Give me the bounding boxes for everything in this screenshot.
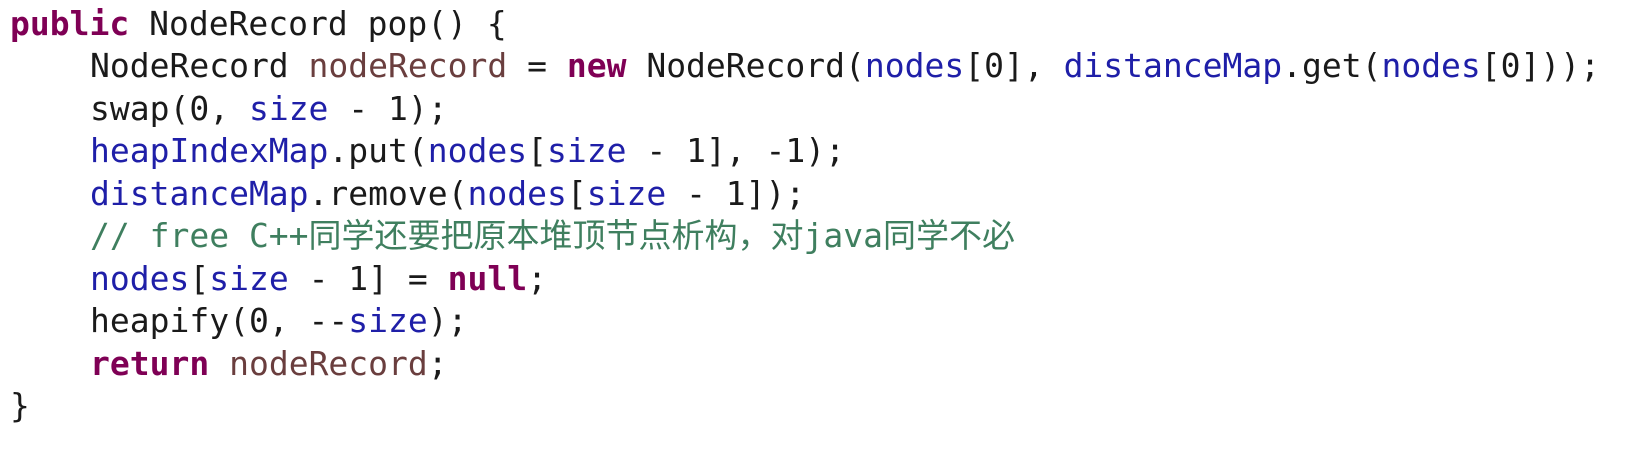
code-comment: // free C++同学还要把原本堆顶节点析构，对java同学不必 (90, 216, 1016, 255)
field-size: size (248, 89, 329, 128)
code-text: [0])); (1480, 46, 1601, 85)
code-text: - 1] = (288, 259, 448, 298)
code-text: ; (527, 259, 548, 298)
method-call: heapify(0, -- (90, 301, 349, 340)
code-line-5: distanceMap.remove(nodes[size - 1]); (10, 172, 805, 215)
operator: = (507, 46, 567, 85)
constructor-call: NodeRecord( (626, 46, 865, 85)
keyword-null: null (447, 259, 528, 298)
field-size: size (209, 259, 289, 298)
code-editor[interactable]: public NodeRecord pop() { NodeRecord nod… (10, 2, 1620, 452)
code-line-2: NodeRecord nodeRecord = new NodeRecord(n… (10, 44, 1600, 87)
code-text: [0], (964, 46, 1064, 85)
code-text: [ (527, 131, 547, 170)
type-name: NodeRecord (90, 46, 309, 85)
closing-brace: } (10, 386, 30, 425)
keyword-public: public (10, 4, 130, 43)
method-call: .remove( (308, 174, 468, 213)
keyword-return: return (90, 344, 210, 383)
code-line-4: heapIndexMap.put(nodes[size - 1], -1); (10, 129, 845, 172)
code-text: - 1], -1); (626, 131, 846, 170)
code-text: ); (427, 301, 468, 340)
field-size: size (348, 301, 428, 340)
field-nodes: nodes (1381, 46, 1481, 85)
field-nodes: nodes (864, 46, 965, 85)
keyword-new: new (566, 46, 627, 85)
method-call: .get( (1282, 46, 1382, 85)
method-signature: NodeRecord pop() { (129, 4, 507, 43)
code-line-10: } (10, 384, 30, 427)
field-nodes: nodes (90, 259, 190, 298)
code-line-9: return nodeRecord; (10, 342, 448, 385)
field-nodes: nodes (427, 131, 528, 170)
field-size: size (586, 174, 667, 213)
field-heap-index-map: heapIndexMap (90, 131, 329, 170)
code-text: ; (427, 344, 448, 383)
field-nodes: nodes (467, 174, 567, 213)
code-text: [ (189, 259, 210, 298)
field-distance-map: distanceMap (90, 174, 309, 213)
code-line-6: // free C++同学还要把原本堆顶节点析构，对java同学不必 (10, 214, 1015, 257)
field-size: size (546, 131, 627, 170)
local-variable: nodeRecord (308, 46, 508, 85)
code-text: - 1); (328, 89, 448, 128)
code-line-8: heapify(0, --size); (10, 299, 468, 342)
code-text: - 1]); (666, 174, 806, 213)
code-line-7: nodes[size - 1] = null; (10, 257, 547, 300)
code-text: [ (566, 174, 587, 213)
method-call: swap(0, (90, 89, 249, 128)
field-distance-map: distanceMap (1063, 46, 1283, 85)
code-line-1: public NodeRecord pop() { (10, 2, 507, 45)
local-variable: nodeRecord (229, 344, 428, 383)
code-line-3: swap(0, size - 1); (10, 87, 448, 130)
method-call: .put( (328, 131, 428, 170)
